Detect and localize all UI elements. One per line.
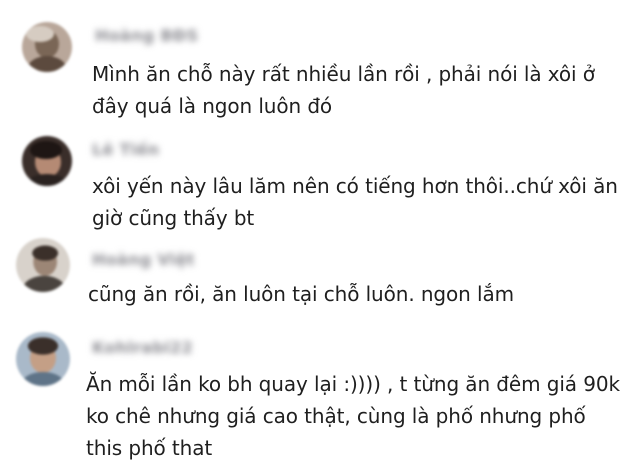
comment-text: xôi yến này lâu lăm nên có tiếng hơn thô… [92, 170, 618, 234]
comment-username[interactable]: Kohlrabi22 [92, 338, 193, 357]
avatar[interactable] [16, 332, 70, 386]
comment-text-line: this phố that [86, 436, 213, 460]
user-avatar-icon [22, 22, 72, 72]
comment-text-line: giờ cũng thấy bt [92, 206, 255, 230]
comment-text-line: ko chê nhưng giá cao thật, cùng là phố n… [86, 404, 586, 428]
comment-username[interactable]: Lê Tiến [92, 140, 159, 159]
avatar[interactable] [22, 136, 72, 186]
comment-text: Mình ăn chỗ này rất nhiều lần rồi , phải… [92, 58, 595, 122]
comment-text-line: Ăn mỗi lần ko bh quay lại :)))) , t từng… [86, 372, 620, 396]
comment-text-line: đây quá là ngon luôn đó [92, 94, 333, 118]
user-avatar-icon [22, 136, 72, 186]
user-avatar-icon [16, 332, 70, 386]
avatar[interactable] [16, 238, 70, 292]
comment-username[interactable]: Hoàng BĐS [95, 26, 198, 45]
comment-text-line: Mình ăn chỗ này rất nhiều lần rồi , phải… [92, 62, 595, 86]
comment-text: Ăn mỗi lần ko bh quay lại :)))) , t từng… [86, 368, 620, 464]
comment-username[interactable]: Hoàng Việt [92, 250, 195, 269]
comment-text-line: xôi yến này lâu lăm nên có tiếng hơn thô… [92, 174, 618, 198]
avatar[interactable] [22, 22, 72, 72]
comment-text-line: cũng ăn rồi, ăn luôn tại chỗ luôn. ngon … [88, 282, 514, 306]
comment-text: cũng ăn rồi, ăn luôn tại chỗ luôn. ngon … [88, 278, 514, 310]
user-avatar-icon [16, 238, 70, 292]
